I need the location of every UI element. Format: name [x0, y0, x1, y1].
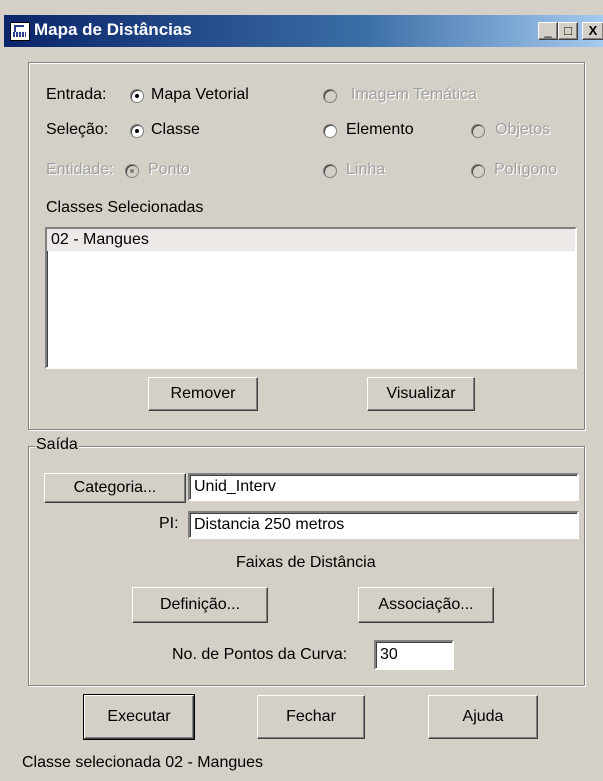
radio-imagem-tematica[interactable] [323, 89, 337, 103]
visualize-button[interactable]: Visualizar [367, 377, 475, 411]
entidade-label: Entidade: [46, 161, 114, 178]
classes-listbox[interactable]: 02 - Mangues [45, 227, 577, 369]
classes-selecionadas-label: Classes Selecionadas [46, 199, 204, 216]
status-text: Classe selecionada 02 - Mangues [22, 754, 264, 771]
entrada-label: Entrada: [46, 86, 107, 103]
maximize-icon: □ [564, 23, 572, 38]
elemento-label[interactable]: Elemento [346, 121, 414, 139]
pi-field[interactable]: Distancia 250 metros [188, 511, 579, 539]
app-icon [10, 22, 30, 41]
associacao-button[interactable]: Associação... [358, 587, 494, 623]
definicao-button[interactable]: Definição... [132, 587, 268, 623]
minimize-button[interactable]: _ [538, 22, 558, 40]
poligono-label[interactable]: Polígono [494, 161, 557, 179]
pontos-curva-label: No. de Pontos da Curva: [172, 646, 348, 663]
linha-label[interactable]: Linha [346, 161, 385, 179]
objetos-label[interactable]: Objetos [495, 121, 550, 139]
close-button[interactable]: X [582, 22, 603, 40]
radio-mapa-vetorial[interactable] [130, 89, 144, 103]
classe-label[interactable]: Classe [151, 121, 200, 139]
window-title: Mapa de Distâncias [34, 20, 192, 39]
minimize-icon: _ [544, 23, 552, 38]
saida-legend: Saída [35, 436, 79, 454]
close-dialog-button[interactable]: Fechar [257, 695, 365, 739]
faixas-label: Faixas de Distância [236, 554, 376, 571]
categoria-button[interactable]: Categoria... [44, 473, 186, 503]
pi-label: PI: [159, 515, 179, 532]
radio-ponto[interactable] [125, 164, 139, 178]
ponto-label[interactable]: Ponto [148, 161, 190, 179]
radio-objetos[interactable] [471, 124, 485, 138]
execute-button[interactable]: Executar [83, 694, 195, 740]
pontos-curva-field[interactable]: 30 [374, 640, 454, 670]
radio-elemento[interactable] [323, 124, 337, 138]
close-icon: X [588, 23, 598, 38]
imagem-tematica-label[interactable]: Imagem Temática [351, 86, 477, 104]
mapa-vetorial-label[interactable]: Mapa Vetorial [151, 86, 249, 104]
list-item[interactable]: 02 - Mangues [47, 229, 575, 251]
title-bar[interactable]: Mapa de Distâncias _ □ X [4, 15, 603, 47]
remove-button[interactable]: Remover [148, 377, 258, 411]
help-button[interactable]: Ajuda [428, 695, 538, 739]
radio-classe[interactable] [130, 124, 144, 138]
maximize-button[interactable]: □ [558, 22, 578, 40]
selecao-label: Seleção: [46, 121, 109, 138]
radio-poligono[interactable] [471, 164, 485, 178]
categoria-field[interactable]: Unid_Interv [188, 473, 579, 501]
radio-linha[interactable] [323, 164, 337, 178]
